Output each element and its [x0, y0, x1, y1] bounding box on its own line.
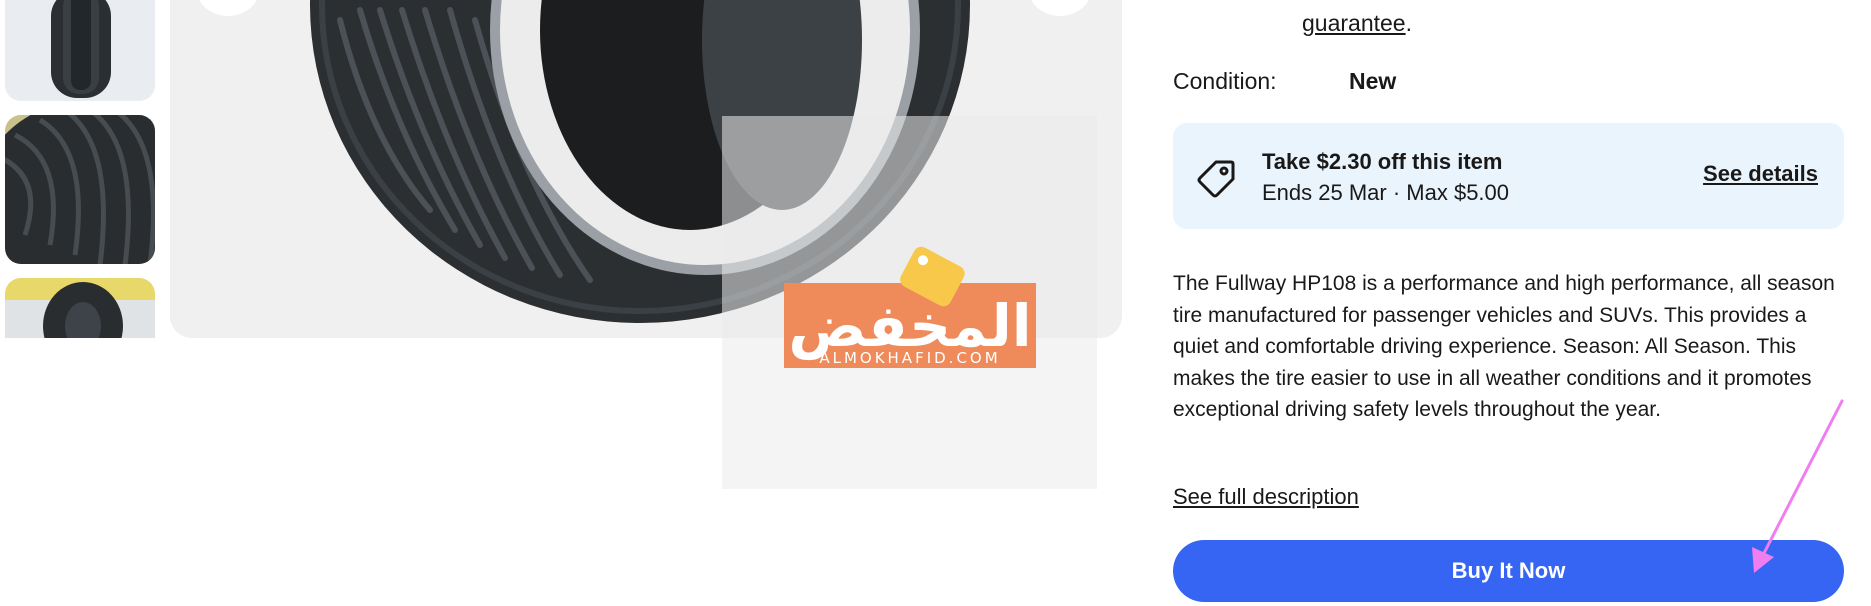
promo-banner: Take $2.30 off this item Ends 25 Mar · M…: [1173, 123, 1844, 229]
guarantee-suffix: .: [1405, 10, 1412, 36]
see-full-description-link[interactable]: See full description: [1173, 484, 1359, 510]
condition-label: Condition:: [1173, 68, 1277, 94]
tire-outdoor-thumbnail-image: [5, 278, 155, 338]
tag-icon: [1197, 160, 1235, 198]
see-details-link[interactable]: See details: [1703, 161, 1818, 187]
thumbnail-1[interactable]: [5, 0, 155, 101]
almokhafid-watermark-logo: المخفض ALMOKHAFID.COM: [784, 246, 1036, 368]
condition-value: New: [1349, 68, 1397, 94]
tire-thumbnail-image: [5, 0, 155, 101]
promo-title: Take $2.30 off this item: [1262, 149, 1503, 174]
tire-tread-thumbnail-image: [5, 115, 155, 264]
thumbnail-2[interactable]: [5, 115, 155, 264]
promo-subtitle: Ends 25 Mar · Max $5.00: [1262, 180, 1510, 205]
guarantee-line: guarantee.: [1302, 10, 1412, 37]
annotation-arrow-icon: [1752, 399, 1844, 573]
guarantee-link[interactable]: guarantee: [1302, 10, 1406, 36]
watermark-site-text: ALMOKHAFID.COM: [819, 349, 1000, 367]
thumbnail-3[interactable]: [5, 278, 155, 338]
